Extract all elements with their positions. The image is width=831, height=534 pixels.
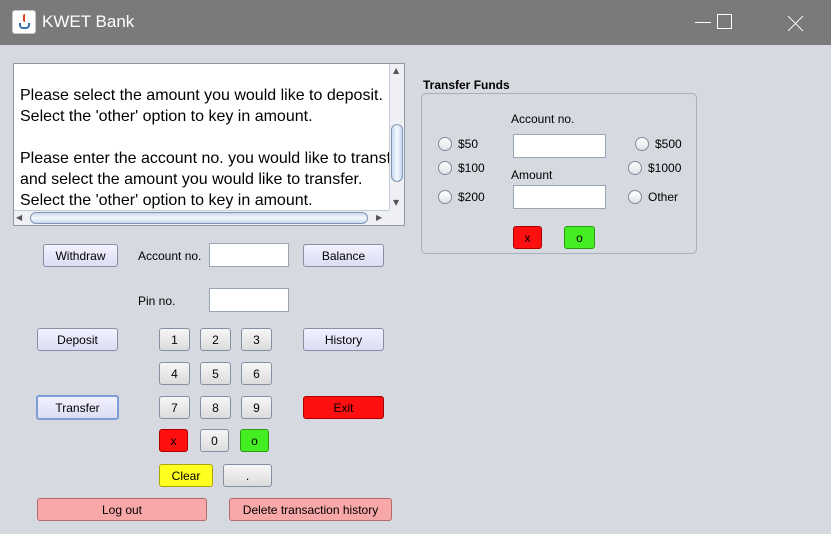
message-text: Please select the amount you would like … <box>20 87 390 209</box>
keypad-key-5[interactable]: 5 <box>200 362 231 385</box>
transfer-cancel-button[interactable]: x <box>513 226 542 249</box>
vertical-scroll-thumb[interactable] <box>391 124 403 182</box>
keypad-key-9[interactable]: 9 <box>241 396 272 419</box>
radio-100[interactable]: $100 <box>438 161 485 175</box>
keypad-key-0[interactable]: 0 <box>200 429 229 452</box>
radio-1000[interactable]: $1000 <box>628 161 681 175</box>
keypad-ok-button[interactable]: o <box>240 429 269 452</box>
deposit-button[interactable]: Deposit <box>37 328 118 351</box>
scroll-down-icon[interactable]: ▼ <box>393 198 399 208</box>
window-title: KWET Bank <box>42 12 135 31</box>
keypad-key-8[interactable]: 8 <box>200 396 231 419</box>
scroll-left-icon[interactable]: ◀ <box>16 213 22 223</box>
keypad-key-3[interactable]: 3 <box>241 328 272 351</box>
radio-circle-icon <box>628 161 642 175</box>
radio-500[interactable]: $500 <box>635 137 682 151</box>
close-button[interactable] <box>772 0 818 45</box>
delete-history-button[interactable]: Delete transaction history <box>229 498 392 521</box>
horizontal-scroll-thumb[interactable] <box>30 212 368 224</box>
message-scroll-pane[interactable]: Please select the amount you would like … <box>13 63 405 226</box>
radio-200[interactable]: $200 <box>438 190 485 204</box>
balance-button[interactable]: Balance <box>303 244 384 267</box>
account-no-field[interactable] <box>209 243 289 267</box>
exit-button[interactable]: Exit <box>303 396 384 419</box>
keypad-key-4[interactable]: 4 <box>159 362 190 385</box>
scroll-up-icon[interactable]: ▲ <box>393 66 399 76</box>
transfer-account-no-label: Account no. <box>511 112 575 126</box>
transfer-amount-field[interactable] <box>513 185 606 209</box>
radio-circle-icon <box>635 137 649 151</box>
maximize-button[interactable] <box>701 0 747 45</box>
keypad-key-7[interactable]: 7 <box>159 396 190 419</box>
transfer-funds-title: Transfer Funds <box>423 78 510 92</box>
keypad-key-6[interactable]: 6 <box>241 362 272 385</box>
horizontal-scrollbar[interactable]: ◀ ▶ <box>14 210 390 225</box>
withdraw-button[interactable]: Withdraw <box>43 244 118 267</box>
scroll-right-icon[interactable]: ▶ <box>376 213 382 223</box>
vertical-scrollbar[interactable]: ▲ ▼ <box>389 64 404 211</box>
scroll-corner <box>389 210 404 225</box>
pin-no-field[interactable] <box>209 288 289 312</box>
radio-50[interactable]: $50 <box>438 137 478 151</box>
keypad-key-2[interactable]: 2 <box>200 328 231 351</box>
radio-circle-icon <box>628 190 642 204</box>
maximize-icon <box>717 14 732 29</box>
title-bar: KWET Bank <box>0 0 831 45</box>
keypad-key-1[interactable]: 1 <box>159 328 190 351</box>
radio-circle-icon <box>438 190 452 204</box>
keypad-clear-button[interactable]: Clear <box>159 464 213 487</box>
history-button[interactable]: History <box>303 328 384 351</box>
pin-no-label: Pin no. <box>138 294 176 308</box>
logout-button[interactable]: Log out <box>37 498 207 521</box>
transfer-account-no-field[interactable] <box>513 134 606 158</box>
keypad-decimal-button[interactable]: . <box>223 464 272 487</box>
transfer-amount-label: Amount <box>511 168 553 182</box>
java-cup-icon <box>12 10 36 34</box>
transfer-button[interactable]: Transfer <box>36 395 119 420</box>
account-no-label: Account no. <box>138 249 202 263</box>
radio-circle-icon <box>438 137 452 151</box>
transfer-ok-button[interactable]: o <box>564 226 595 249</box>
keypad-cancel-button[interactable]: x <box>159 429 188 452</box>
radio-circle-icon <box>438 161 452 175</box>
radio-other[interactable]: Other <box>628 190 678 204</box>
